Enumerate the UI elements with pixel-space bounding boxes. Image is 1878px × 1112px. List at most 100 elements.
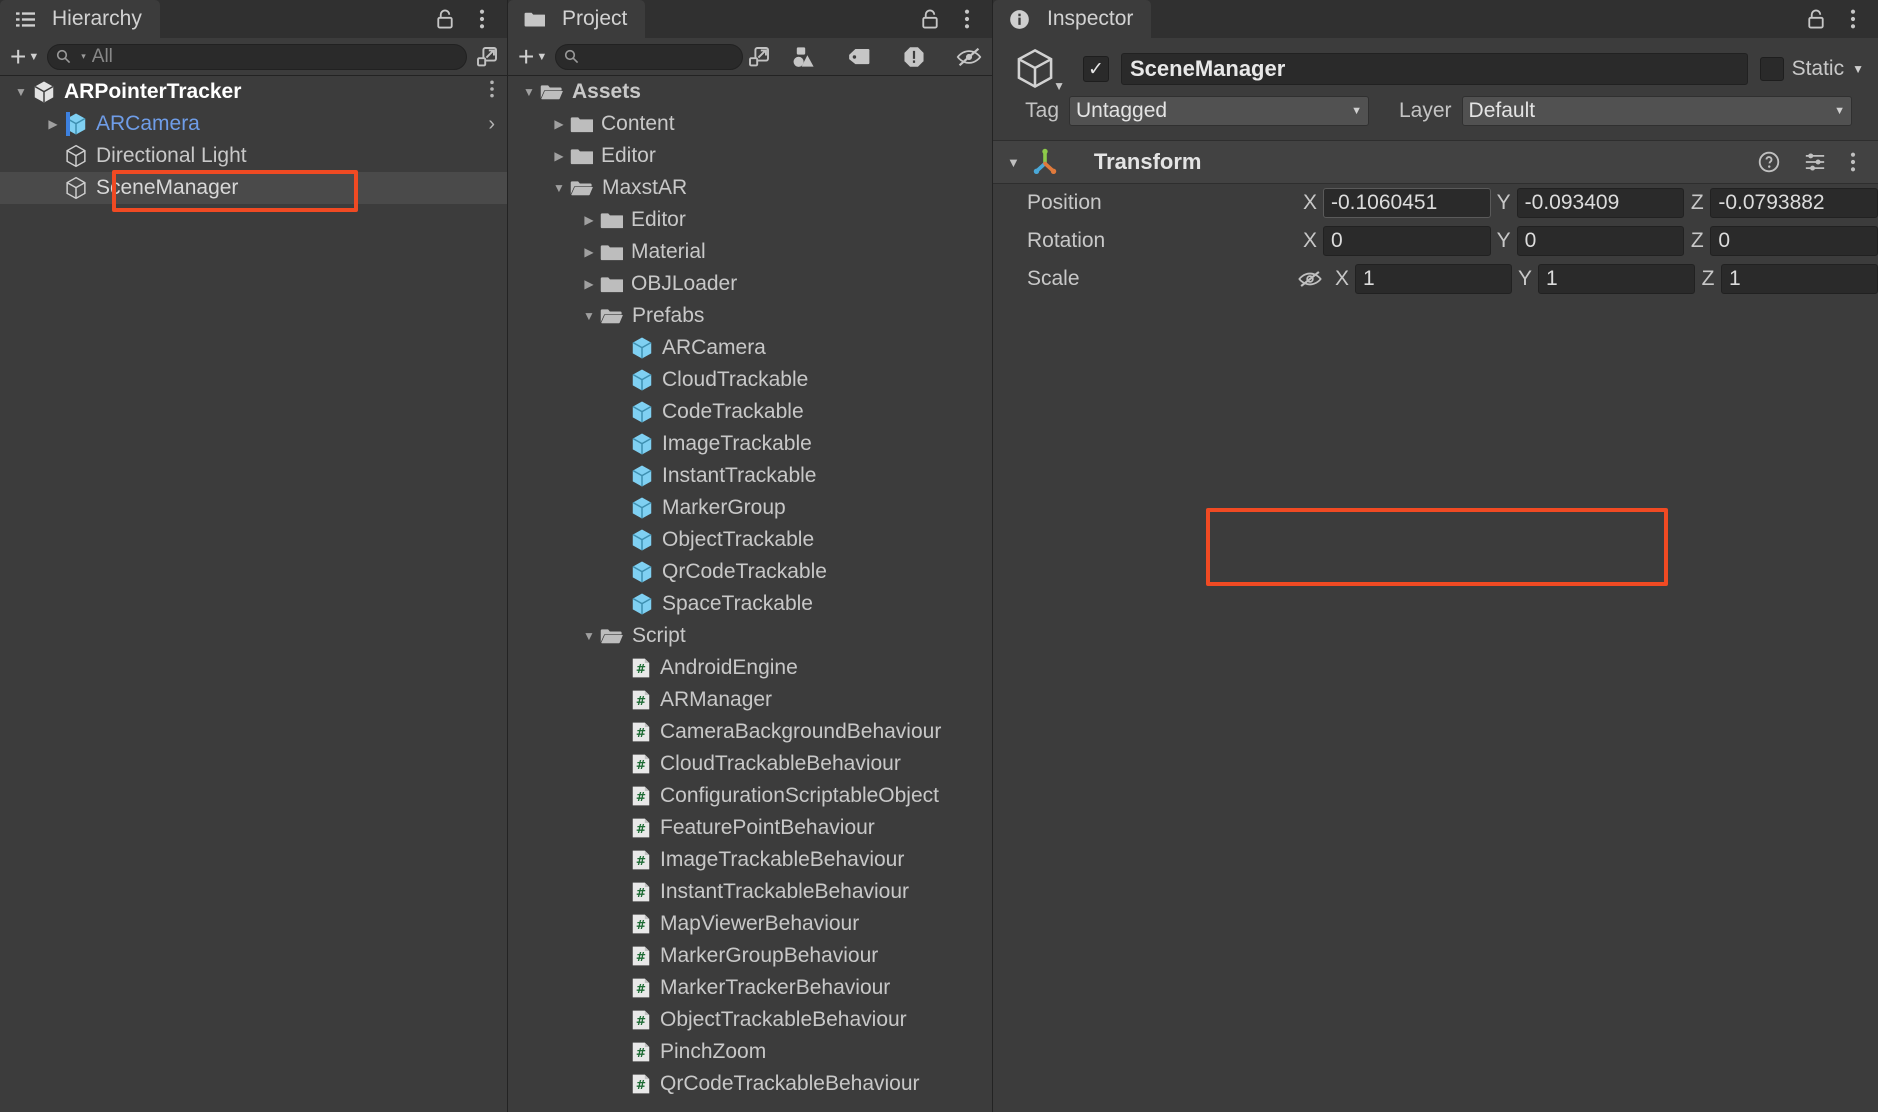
hierarchy-item-scenemanager[interactable]: ▶SceneManager xyxy=(0,172,507,204)
transform-position-x-input[interactable]: -0.1060451 xyxy=(1323,188,1491,218)
transform-position-z-input[interactable]: -0.0793882 xyxy=(1710,188,1878,218)
project-item-arcamera[interactable]: ▶ARCamera xyxy=(508,332,992,364)
chevron-right-icon[interactable]: ▶ xyxy=(548,117,570,131)
object-enabled-checkbox[interactable]: ✓ xyxy=(1083,56,1109,82)
project-item-prefabs[interactable]: ▼ Prefabs xyxy=(508,300,992,332)
chevron-down-icon[interactable]: ▼ xyxy=(1053,79,1065,93)
lock-icon[interactable] xyxy=(1806,8,1826,30)
chevron-down-icon: ▼ xyxy=(1834,105,1845,117)
project-item-markergroupbehaviour[interactable]: ▶#MarkerGroupBehaviour xyxy=(508,940,992,972)
tab-hierarchy[interactable]: Hierarchy xyxy=(0,0,160,38)
chevron-right-icon[interactable]: › xyxy=(488,113,507,136)
project-item-content[interactable]: ▶ Content xyxy=(508,108,992,140)
transform-title: Transform xyxy=(1093,149,1202,174)
project-item-qrcodetrackable[interactable]: ▶QrCodeTrackable xyxy=(508,556,992,588)
kebab-menu-icon[interactable] xyxy=(479,8,485,30)
hierarchy-search-input[interactable]: ▾ All xyxy=(47,43,467,70)
chevron-right-icon[interactable]: ▶ xyxy=(578,277,600,291)
kebab-menu-icon[interactable] xyxy=(964,8,970,30)
project-item-mapviewerbehaviour[interactable]: ▶#MapViewerBehaviour xyxy=(508,908,992,940)
object-name-field[interactable]: SceneManager xyxy=(1121,53,1748,85)
chevron-down-icon[interactable]: ▼ xyxy=(548,181,570,195)
project-item-material[interactable]: ▶ Material xyxy=(508,236,992,268)
avatar-filter-icon[interactable] xyxy=(783,46,825,68)
project-item-imagetrackable[interactable]: ▶ImageTrackable xyxy=(508,428,992,460)
project-search-input[interactable] xyxy=(555,43,744,70)
project-item-assets[interactable]: ▼ Assets xyxy=(508,76,992,108)
plus-icon: + xyxy=(10,40,27,72)
chevron-down-icon[interactable]: ▼ xyxy=(10,85,32,99)
tab-inspector[interactable]: Inspector xyxy=(993,0,1152,38)
project-popout-icon[interactable] xyxy=(747,45,771,69)
chevron-right-icon[interactable]: ▶ xyxy=(578,245,600,259)
project-item-editor[interactable]: ▶ Editor xyxy=(508,204,992,236)
project-tree[interactable]: ▼ Assets ▶ Content ▶ Editor ▼ MaxstAR ▶ Editor ▶ Ma… xyxy=(508,76,992,1100)
kebab-menu-icon[interactable] xyxy=(1850,151,1856,173)
project-item-objecttrackable[interactable]: ▶ObjectTrackable xyxy=(508,524,992,556)
tag-dropdown[interactable]: Untagged ▼ xyxy=(1069,96,1369,126)
chevron-down-icon[interactable]: ▼ xyxy=(578,629,600,643)
project-item-imagetrackablebehaviour[interactable]: ▶#ImageTrackableBehaviour xyxy=(508,844,992,876)
hierarchy-item-directional-light[interactable]: ▶Directional Light xyxy=(0,140,507,172)
help-icon[interactable] xyxy=(1758,151,1780,173)
project-item-cloudtrackable[interactable]: ▶CloudTrackable xyxy=(508,364,992,396)
transform-component-header[interactable]: ▼ Transform xyxy=(993,140,1878,184)
chevron-down-icon[interactable]: ▼ xyxy=(1007,155,1020,170)
hierarchy-popout-icon[interactable] xyxy=(475,45,499,69)
search-dropdown-caret[interactable]: ▾ xyxy=(81,51,86,62)
project-item-objloader[interactable]: ▶ OBJLoader xyxy=(508,268,992,300)
chevron-down-icon[interactable]: ▼ xyxy=(578,309,600,323)
project-item-androidengine[interactable]: ▶#AndroidEngine xyxy=(508,652,992,684)
project-item-cloudtrackablebehaviour[interactable]: ▶#CloudTrackableBehaviour xyxy=(508,748,992,780)
project-item-script[interactable]: ▼ Script xyxy=(508,620,992,652)
static-checkbox[interactable] xyxy=(1759,57,1784,81)
chevron-down-icon[interactable]: ▼ xyxy=(1852,62,1864,76)
hidden-eye-icon[interactable] xyxy=(948,47,984,67)
error-icon[interactable] xyxy=(894,46,934,68)
project-item-instanttrackable[interactable]: ▶InstantTrackable xyxy=(508,460,992,492)
transform-position-y-input[interactable]: -0.093409 xyxy=(1516,188,1685,218)
project-item-instanttrackablebehaviour[interactable]: ▶#InstantTrackableBehaviour xyxy=(508,876,992,908)
transform-scale-x-input[interactable]: 1 xyxy=(1355,264,1512,294)
project-item-markertrackerbehaviour[interactable]: ▶#MarkerTrackerBehaviour xyxy=(508,972,992,1004)
csharp-script-icon: # xyxy=(630,689,652,711)
project-item-armanager[interactable]: ▶#ARManager xyxy=(508,684,992,716)
transform-rotation-y-input[interactable]: 0 xyxy=(1516,226,1685,256)
project-item-editor[interactable]: ▶ Editor xyxy=(508,140,992,172)
static-toggle[interactable]: Static ▼ xyxy=(1759,57,1864,81)
project-item-objecttrackablebehaviour[interactable]: ▶#ObjectTrackableBehaviour xyxy=(508,1004,992,1036)
label-tag-icon[interactable] xyxy=(839,47,880,67)
chevron-right-icon[interactable]: ▶ xyxy=(548,149,570,163)
project-item-maxstar[interactable]: ▼ MaxstAR xyxy=(508,172,992,204)
project-item-camerabackgroundbehaviour[interactable]: ▶#CameraBackgroundBehaviour xyxy=(508,716,992,748)
hierarchy-item-arcamera[interactable]: ▶ ARCamera › xyxy=(0,108,507,140)
project-item-codetrackable[interactable]: ▶CodeTrackable xyxy=(508,396,992,428)
chevron-right-icon[interactable]: ▶ xyxy=(578,213,600,227)
preset-icon[interactable] xyxy=(1804,151,1826,173)
layer-dropdown[interactable]: Default ▼ xyxy=(1461,96,1852,126)
transform-rotation-x-input[interactable]: 0 xyxy=(1323,226,1491,256)
project-add-button[interactable]: + ▼ xyxy=(514,42,555,71)
tab-project[interactable]: Project xyxy=(508,0,646,38)
project-item-qrcodetrackablebehaviour[interactable]: ▶#QrCodeTrackableBehaviour xyxy=(508,1068,992,1100)
transform-rotation-z-input[interactable]: 0 xyxy=(1710,226,1878,256)
hierarchy-add-button[interactable]: + ▼ xyxy=(6,40,47,72)
hierarchy-tree[interactable]: ▼ ARPointerTracker▶ ARCamera › ▶Directional … xyxy=(0,76,507,204)
chevron-right-icon[interactable]: ▶ xyxy=(42,117,64,131)
lock-icon[interactable] xyxy=(920,8,940,30)
transform-scale-z-input[interactable]: 1 xyxy=(1721,264,1878,294)
project-item-pinchzoom[interactable]: ▶#PinchZoom xyxy=(508,1036,992,1068)
transform-scale-y-input[interactable]: 1 xyxy=(1538,264,1695,294)
project-item-configurationscriptableobject[interactable]: ▶#ConfigurationScriptableObject xyxy=(508,780,992,812)
project-item-spacetrackable[interactable]: ▶SpaceTrackable xyxy=(508,588,992,620)
hierarchy-icon xyxy=(16,10,35,29)
project-item-markergroup[interactable]: ▶MarkerGroup xyxy=(508,492,992,524)
project-item-featurepointbehaviour[interactable]: ▶#FeaturePointBehaviour xyxy=(508,812,992,844)
layer-value: Default xyxy=(1468,99,1536,122)
lock-icon[interactable] xyxy=(435,8,455,30)
kebab-menu-icon[interactable] xyxy=(1850,8,1856,30)
scale-unlinked-icon[interactable] xyxy=(1297,269,1323,289)
chevron-down-icon[interactable]: ▼ xyxy=(518,85,540,99)
hierarchy-item-arpointertracker[interactable]: ▼ ARPointerTracker xyxy=(0,76,507,108)
kebab-menu-icon[interactable] xyxy=(489,79,507,105)
